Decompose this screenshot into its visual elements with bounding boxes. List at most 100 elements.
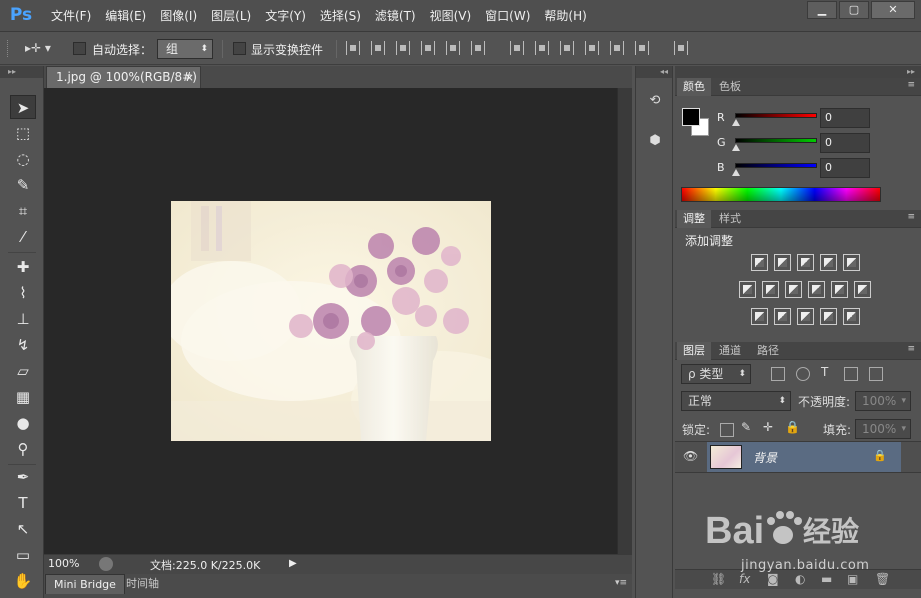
eye-icon[interactable]: 👁 xyxy=(683,449,698,463)
status-menu-arrow-icon[interactable]: ▶ xyxy=(289,558,297,569)
tab-channels[interactable]: 通道 xyxy=(713,342,747,360)
levels-icon[interactable] xyxy=(773,254,791,271)
folder-icon[interactable]: ▬ xyxy=(821,572,832,586)
invert-icon[interactable] xyxy=(750,308,768,325)
dodge-tool-icon[interactable]: ⚲ xyxy=(10,437,36,461)
red-value[interactable]: 0 xyxy=(820,108,870,128)
blue-thumb[interactable] xyxy=(732,169,740,176)
gradient-map-icon[interactable] xyxy=(842,308,860,325)
photo-filter-icon[interactable] xyxy=(808,281,825,298)
fx-icon[interactable]: fx xyxy=(739,572,750,586)
lock-position-icon[interactable]: ✛ xyxy=(763,420,773,434)
curves-icon[interactable] xyxy=(796,254,814,271)
color-lookup-icon[interactable] xyxy=(854,281,871,298)
gradient-tool-icon[interactable]: ▦ xyxy=(10,385,36,409)
foreground-color-swatch[interactable] xyxy=(682,108,700,126)
menu-edit[interactable]: 编辑(E) xyxy=(98,0,153,32)
layer-filter-dropdown[interactable]: ρ 类型 ⬍ xyxy=(681,364,751,384)
adjustment-icon[interactable]: ◐ xyxy=(795,572,805,586)
menu-layer[interactable]: 图层(L) xyxy=(204,0,258,32)
tab-adjustments[interactable]: 调整 xyxy=(677,210,711,228)
filter-pixel-icon[interactable] xyxy=(771,367,785,381)
green-thumb[interactable] xyxy=(732,144,740,151)
quick-select-tool-icon[interactable]: ✎ xyxy=(10,173,36,197)
path-select-tool-icon[interactable]: ↖ xyxy=(10,517,36,541)
fill-field[interactable]: 100% ▾ xyxy=(855,419,911,439)
marquee-tool-icon[interactable]: ⬚ xyxy=(10,121,36,145)
green-value[interactable]: 0 xyxy=(820,133,870,153)
lock-transparent-icon[interactable] xyxy=(720,423,734,437)
blue-value[interactable]: 0 xyxy=(820,158,870,178)
distribute-hcenter-icon[interactable] xyxy=(610,41,624,55)
close-button[interactable]: ✕ xyxy=(871,1,915,19)
color-balance-icon[interactable] xyxy=(762,281,779,298)
green-track[interactable] xyxy=(735,138,817,143)
menu-view[interactable]: 视图(V) xyxy=(423,0,479,32)
panel-menu-icon[interactable]: ≡ xyxy=(907,344,915,354)
minimize-button[interactable]: ▁ xyxy=(807,1,837,19)
move-tool-preset-icon[interactable]: ▸✛ ▾ xyxy=(25,41,59,57)
history-brush-tool-icon[interactable]: ↯ xyxy=(10,333,36,357)
auto-select-checkbox[interactable] xyxy=(73,42,86,55)
align-vcenter-icon[interactable] xyxy=(371,41,385,55)
trash-icon[interactable]: 🗑 xyxy=(875,572,890,586)
align-hcenter-icon[interactable] xyxy=(446,41,460,55)
filter-type-icon[interactable]: T xyxy=(821,365,828,379)
status-options-icon[interactable] xyxy=(99,557,113,571)
posterize-icon[interactable] xyxy=(773,308,791,325)
threshold-icon[interactable] xyxy=(796,308,814,325)
hand-tool-icon[interactable]: ✋ xyxy=(10,569,36,593)
panel-menu-icon[interactable]: ▾≡ xyxy=(615,578,627,588)
hue-saturation-icon[interactable] xyxy=(739,281,756,298)
distribute-left-icon[interactable] xyxy=(585,41,599,55)
opacity-field[interactable]: 100% ▾ xyxy=(855,391,911,411)
distribute-vcenter-icon[interactable] xyxy=(535,41,549,55)
brush-tool-icon[interactable]: ⌇ xyxy=(10,281,36,305)
3d-panel-icon[interactable]: ⬢ xyxy=(642,128,668,154)
blend-mode-dropdown[interactable]: 正常 ⬍ xyxy=(681,391,791,411)
tab-swatches[interactable]: 色板 xyxy=(713,78,747,96)
lasso-tool-icon[interactable]: ◌ xyxy=(10,147,36,171)
type-tool-icon[interactable]: T xyxy=(10,491,36,515)
selective-color-icon[interactable] xyxy=(819,308,837,325)
black-white-icon[interactable] xyxy=(785,281,802,298)
zoom-level[interactable]: 100% xyxy=(48,557,79,570)
color-spectrum-bar[interactable] xyxy=(681,187,881,202)
menu-select[interactable]: 选择(S) xyxy=(313,0,368,32)
layer-name[interactable]: 背景 xyxy=(753,449,777,466)
blue-track[interactable] xyxy=(735,163,817,168)
eraser-tool-icon[interactable]: ▱ xyxy=(10,359,36,383)
panel-menu-icon[interactable]: ≡ xyxy=(907,80,915,90)
document-tab[interactable]: 1.jpg @ 100%(RGB/8#) × xyxy=(46,66,201,88)
menu-window[interactable]: 窗口(W) xyxy=(478,0,537,32)
filter-shape-icon[interactable] xyxy=(844,367,858,381)
panel-menu-icon[interactable]: ≡ xyxy=(907,212,915,222)
close-tab-icon[interactable]: × xyxy=(185,67,194,88)
red-thumb[interactable] xyxy=(732,119,740,126)
brightness-contrast-icon[interactable] xyxy=(750,254,768,271)
shape-tool-icon[interactable]: ▭ xyxy=(10,543,36,567)
align-top-icon[interactable] xyxy=(346,41,360,55)
tools-collapse-icon[interactable]: ▸▸ xyxy=(0,66,43,78)
maximize-button[interactable]: ▢ xyxy=(839,1,869,19)
show-transform-checkbox[interactable] xyxy=(233,42,246,55)
move-tool-icon[interactable]: ➤ xyxy=(10,95,36,119)
blur-tool-icon[interactable]: ● xyxy=(10,411,36,435)
tab-styles[interactable]: 样式 xyxy=(713,210,747,228)
menu-type[interactable]: 文字(Y) xyxy=(258,0,313,32)
eyedropper-tool-icon[interactable]: ⁄ xyxy=(10,225,36,249)
auto-align-icon[interactable] xyxy=(674,41,688,55)
link-icon[interactable]: ⛓ xyxy=(711,572,726,586)
dock-expand-icon[interactable]: ◂◂ xyxy=(636,66,672,78)
align-right-icon[interactable] xyxy=(471,41,485,55)
lock-image-icon[interactable]: ✎ xyxy=(741,420,751,434)
tab-color[interactable]: 颜色 xyxy=(677,78,711,96)
tab-layers[interactable]: 图层 xyxy=(677,342,711,360)
channel-mixer-icon[interactable] xyxy=(831,281,848,298)
align-bottom-icon[interactable] xyxy=(396,41,410,55)
exposure-icon[interactable] xyxy=(819,254,837,271)
menu-image[interactable]: 图像(I) xyxy=(153,0,204,32)
menu-filter[interactable]: 滤镜(T) xyxy=(368,0,423,32)
document-image[interactable] xyxy=(171,201,491,441)
clone-stamp-tool-icon[interactable]: ⊥ xyxy=(10,307,36,331)
